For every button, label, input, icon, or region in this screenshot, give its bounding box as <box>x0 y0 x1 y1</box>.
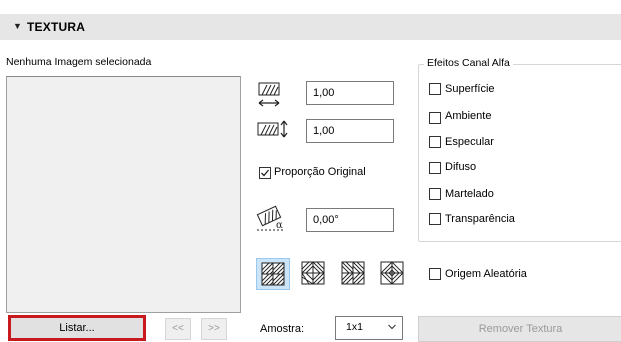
alpha-transparency-label: Transparência <box>445 213 515 225</box>
pattern-mirror-y-button[interactable] <box>337 258 371 290</box>
alpha-transparency-checkbox[interactable] <box>429 213 441 225</box>
alpha-surface-label: Superfície <box>445 83 495 95</box>
alpha-effects-title: Efeitos Canal Alfa <box>424 57 513 69</box>
alpha-bump-label: Martelado <box>445 188 494 200</box>
alpha-bump-checkbox[interactable] <box>429 188 441 200</box>
pattern-mirror-x-button[interactable] <box>297 258 331 290</box>
sample-select[interactable]: 1x1 <box>335 316 403 340</box>
keep-proportion-checkbox[interactable] <box>259 167 271 179</box>
sample-label: Amostra: <box>260 323 305 335</box>
sample-select-value: 1x1 <box>346 321 363 333</box>
previous-button[interactable]: << <box>165 318 191 340</box>
pattern-mirror-x-icon <box>301 261 325 285</box>
rotation-angle-icon: α <box>255 204 287 236</box>
alpha-diffuse-label: Difuso <box>445 161 477 173</box>
random-origin-checkbox[interactable] <box>429 268 441 280</box>
keep-proportion-label: Proporção Original <box>274 166 366 178</box>
collapse-triangle-icon[interactable]: ▼ <box>13 21 22 31</box>
texture-width-input[interactable]: 1,00 <box>306 81 394 105</box>
pattern-mirror-xy-icon <box>380 261 404 285</box>
alpha-surface-checkbox[interactable] <box>429 83 441 95</box>
pattern-normal-button[interactable] <box>256 258 290 290</box>
alpha-specular-checkbox[interactable] <box>429 136 441 148</box>
alpha-ambient-checkbox[interactable] <box>429 112 441 124</box>
texture-preview <box>6 76 241 313</box>
alpha-diffuse-checkbox[interactable] <box>429 162 441 174</box>
rotation-angle-input[interactable]: 0,00° <box>306 208 394 232</box>
alpha-ambient-label: Ambiente <box>445 110 492 122</box>
section-title: TEXTURA <box>27 20 86 34</box>
chevron-down-icon <box>388 324 396 330</box>
section-header[interactable]: ▼ TEXTURA <box>0 14 621 40</box>
random-origin-label: Origem Aleatória <box>445 268 527 280</box>
remove-texture-button[interactable]: Remover Textura <box>418 316 621 342</box>
image-status-label: Nenhuma Imagem selecionada <box>6 56 152 68</box>
texture-height-input[interactable]: 1,00 <box>306 119 394 143</box>
pattern-mirror-xy-button[interactable] <box>376 258 410 290</box>
svg-text:α: α <box>276 220 283 231</box>
listar-button[interactable]: Listar... <box>8 315 146 341</box>
texture-height-icon <box>256 117 288 149</box>
next-button[interactable]: >> <box>201 318 227 340</box>
pattern-mirror-y-icon <box>341 261 365 285</box>
alpha-specular-label: Especular <box>445 136 494 148</box>
texture-width-icon <box>256 80 288 112</box>
pattern-normal-icon <box>261 262 285 286</box>
